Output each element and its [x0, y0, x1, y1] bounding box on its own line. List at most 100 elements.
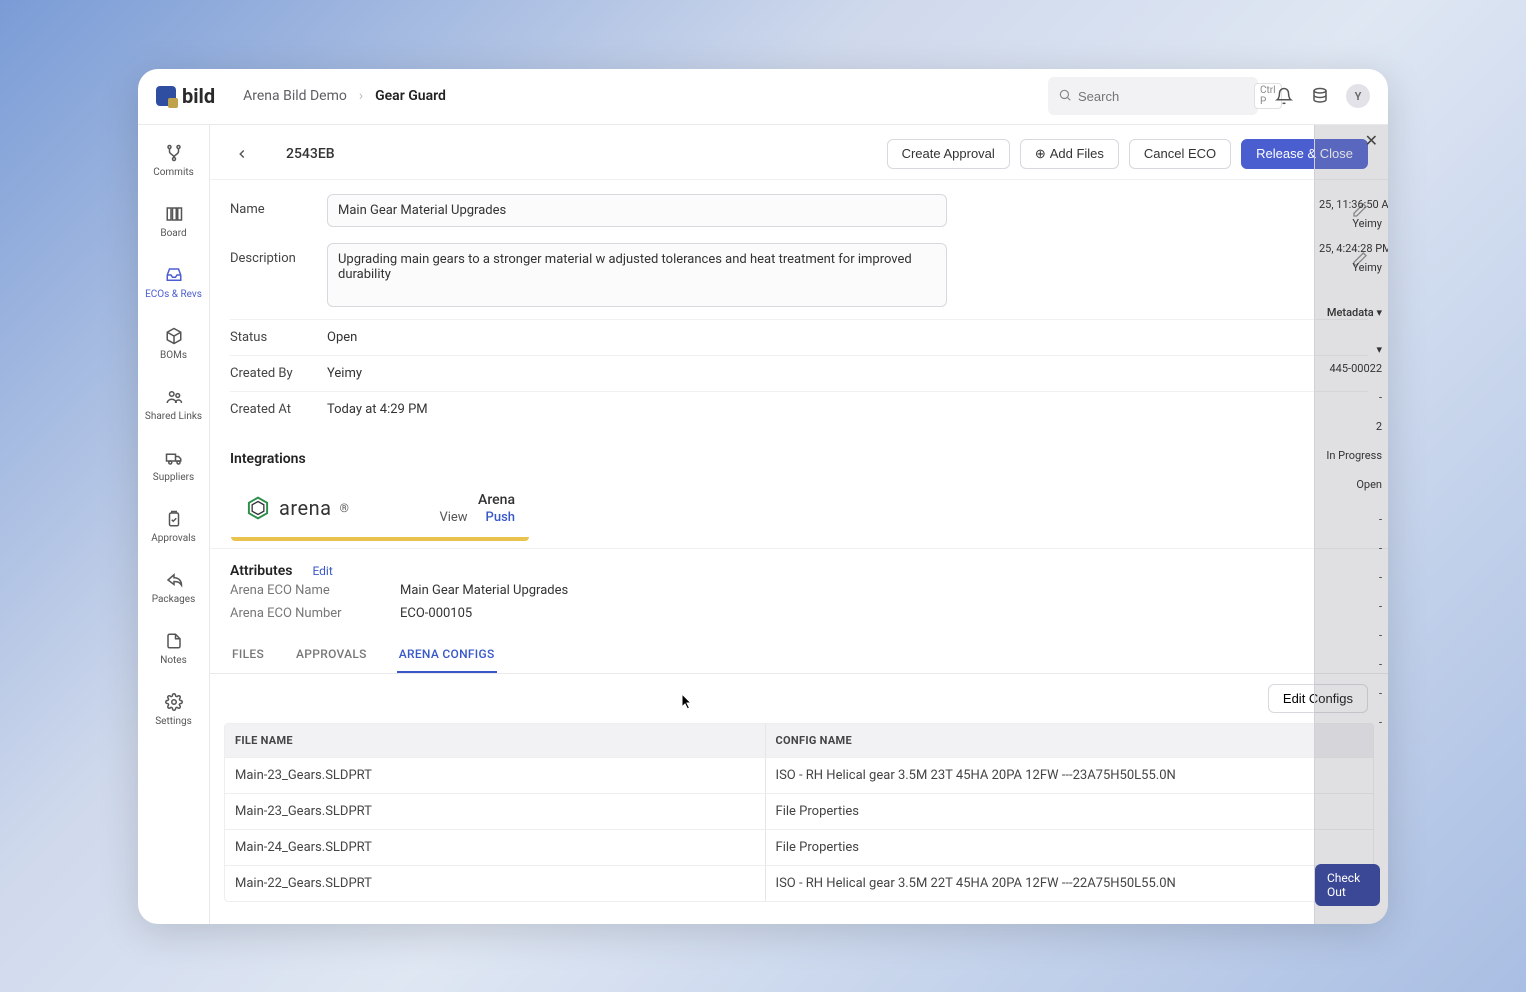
integration-status-bar — [231, 537, 529, 541]
attr-key: Arena ECO Name — [230, 583, 400, 598]
desc-input[interactable] — [327, 243, 947, 307]
close-icon[interactable]: ✕ — [1365, 131, 1378, 150]
add-files-button[interactable]: ⊕ Add Files — [1020, 139, 1119, 169]
database-icon[interactable] — [1310, 86, 1330, 106]
share-icon — [164, 570, 184, 590]
arena-logo: arena® — [245, 495, 349, 521]
app-window: bild Arena Bild Demo › Gear Guard Ctrl P… — [138, 69, 1388, 924]
search-box[interactable]: Ctrl P — [1048, 77, 1258, 115]
attr-key: Arena ECO Number — [230, 606, 400, 621]
inbox-icon — [164, 265, 184, 285]
table-row[interactable]: Main-23_Gears.SLDPRT File Properties — [225, 793, 1373, 829]
main-content: 2543EB Create Approval ⊕ Add Files Cance… — [210, 125, 1388, 924]
sp-line: 25, 4:24:28 PM — [1319, 239, 1382, 258]
breadcrumb-current[interactable]: Gear Guard — [375, 88, 446, 104]
file-icon — [164, 631, 184, 651]
sp-line: - — [1319, 655, 1382, 674]
col-config-name: CONFIG NAME — [765, 724, 1373, 757]
sp-line: 25, 11:36:50 AM — [1319, 195, 1382, 214]
attributes-edit-link[interactable]: Edit — [312, 564, 332, 578]
attr-value: ECO-000105 — [400, 606, 472, 621]
sidebar-item-board[interactable]: Board — [138, 196, 209, 247]
sp-line: - — [1319, 539, 1382, 558]
arena-title: Arena — [439, 492, 515, 508]
cell-file: Main-23_Gears.SLDPRT — [225, 794, 765, 829]
status-label: Status — [230, 330, 327, 345]
columns-icon — [164, 204, 184, 224]
sp-line: - — [1319, 684, 1382, 703]
integrations-heading: Integrations — [210, 441, 1388, 475]
sp-line: - — [1319, 388, 1382, 407]
search-icon — [1058, 87, 1072, 106]
check-out-button[interactable]: Check Out — [1315, 864, 1380, 906]
sidebar-item-packages[interactable]: Packages — [138, 562, 209, 613]
sp-line: - — [1319, 568, 1382, 587]
branch-icon — [164, 143, 184, 163]
sp-line: - — [1319, 510, 1382, 529]
avatar[interactable]: Y — [1346, 84, 1370, 108]
sidebar-label: ECOs & Revs — [145, 289, 202, 300]
sp-line: - — [1319, 626, 1382, 645]
sidebar-label: Settings — [155, 716, 192, 727]
cell-file: Main-22_Gears.SLDPRT — [225, 866, 765, 901]
sidebar-item-approvals[interactable]: Approvals — [138, 501, 209, 552]
cell-config: File Properties — [765, 794, 1373, 829]
back-button[interactable] — [230, 142, 254, 166]
plus-circle-icon: ⊕ — [1035, 146, 1046, 162]
table-row[interactable]: Main-22_Gears.SLDPRT ISO - RH Helical ge… — [225, 865, 1373, 901]
sp-line: Open — [1319, 475, 1382, 494]
created-at-value: Today at 4:29 PM — [327, 402, 428, 417]
create-approval-button[interactable]: Create Approval — [887, 139, 1010, 169]
cancel-eco-button[interactable]: Cancel ECO — [1129, 139, 1231, 169]
tab-files[interactable]: FILES — [230, 641, 266, 673]
attributes-heading: Attributes — [230, 563, 292, 579]
sidebar-label: Board — [160, 228, 186, 239]
truck-icon — [164, 448, 184, 468]
name-input[interactable] — [327, 194, 947, 227]
sp-line: 445-00022 — [1319, 359, 1382, 378]
sp-line: In Progress — [1319, 446, 1382, 465]
top-bar: bild Arena Bild Demo › Gear Guard Ctrl P… — [138, 69, 1388, 125]
table-row[interactable]: Main-24_Gears.SLDPRT File Properties — [225, 829, 1373, 865]
details-side-panel: ✕ 25, 11:36:50 AM Yeimy 25, 4:24:28 PM Y… — [1314, 125, 1388, 924]
sp-metadata-toggle[interactable]: Metadata ▾ — [1319, 303, 1382, 322]
tab-approvals[interactable]: APPROVALS — [294, 641, 369, 673]
sp-line[interactable]: ▾ — [1319, 340, 1382, 359]
table-row[interactable]: Main-23_Gears.SLDPRT ISO - RH Helical ge… — [225, 757, 1373, 793]
cell-config: ISO - RH Helical gear 3.5M 23T 45HA 20PA… — [765, 758, 1373, 793]
sp-line: - — [1319, 597, 1382, 616]
sidebar-item-boms[interactable]: BOMs — [138, 318, 209, 369]
search-input[interactable] — [1078, 89, 1254, 104]
attr-value: Main Gear Material Upgrades — [400, 583, 568, 598]
arena-push-link[interactable]: Push — [486, 510, 515, 525]
add-files-label: Add Files — [1050, 146, 1104, 161]
sidebar-item-shared-links[interactable]: Shared Links — [138, 379, 209, 430]
desc-label: Description — [230, 243, 327, 266]
cell-file: Main-23_Gears.SLDPRT — [225, 758, 765, 793]
chevron-right-icon: › — [359, 88, 363, 104]
tab-arena-configs[interactable]: ARENA CONFIGS — [397, 641, 497, 673]
cell-file: Main-24_Gears.SLDPRT — [225, 830, 765, 865]
name-label: Name — [230, 194, 327, 217]
sp-line: Yeimy — [1319, 258, 1382, 277]
sp-line: 2 — [1319, 417, 1382, 436]
sidebar-item-ecos[interactable]: ECOs & Revs — [138, 257, 209, 308]
breadcrumb-root[interactable]: Arena Bild Demo — [243, 88, 347, 104]
config-table: FILE NAME CONFIG NAME Main-23_Gears.SLDP… — [224, 723, 1374, 902]
sidebar-item-suppliers[interactable]: Suppliers — [138, 440, 209, 491]
sidebar-label: BOMs — [160, 350, 187, 361]
sidebar-label: Packages — [152, 594, 196, 605]
arena-brand-text: arena — [279, 496, 332, 520]
logo-text: bild — [182, 84, 215, 108]
created-by-value: Yeimy — [327, 366, 362, 381]
sidebar-label: Commits — [153, 167, 194, 178]
bell-icon[interactable] — [1274, 86, 1294, 106]
users-icon — [164, 387, 184, 407]
created-by-label: Created By — [230, 366, 327, 381]
cell-config: File Properties — [765, 830, 1373, 865]
arena-view-link[interactable]: View — [439, 510, 467, 525]
sidebar-label: Approvals — [151, 533, 195, 544]
sidebar-item-notes[interactable]: Notes — [138, 623, 209, 674]
sidebar-item-settings[interactable]: Settings — [138, 684, 209, 735]
sidebar-item-commits[interactable]: Commits — [138, 135, 209, 186]
